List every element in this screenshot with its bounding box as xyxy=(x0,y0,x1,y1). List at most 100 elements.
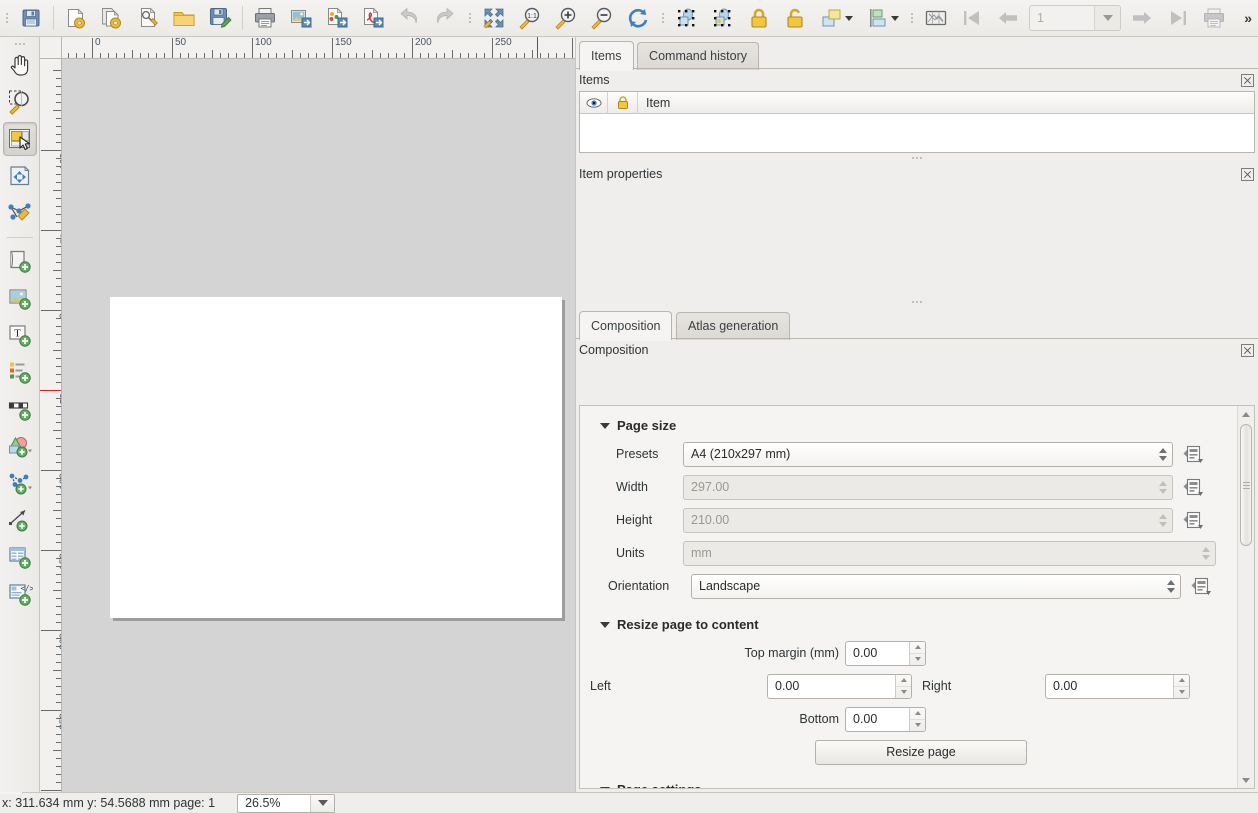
bottom-margin-spinbox[interactable]: 0.00 xyxy=(845,707,926,732)
vertical-ruler[interactable]: -100-50050100150200250300 xyxy=(40,59,62,792)
units-combo-arrows-icon[interactable] xyxy=(1202,542,1210,565)
visibility-column-header[interactable] xyxy=(580,92,608,114)
add-attribute-table-tool[interactable] xyxy=(3,540,37,574)
load-template-icon[interactable] xyxy=(166,2,202,34)
add-map-tool[interactable] xyxy=(3,244,37,278)
move-item-content-tool[interactable] xyxy=(3,159,37,193)
composition-page[interactable] xyxy=(110,297,562,618)
resize-page-section-header[interactable]: Resize page to content xyxy=(600,617,1237,632)
height-data-defined-override-icon[interactable] xyxy=(1181,508,1205,532)
left-margin-spin-buttons[interactable] xyxy=(895,675,911,698)
raise-items-icon[interactable] xyxy=(813,2,859,34)
scrollbar-thumb[interactable] xyxy=(1240,424,1252,546)
lock-column-header[interactable] xyxy=(608,92,638,114)
align-items-icon[interactable] xyxy=(859,2,905,34)
composition-dock-close-icon[interactable] xyxy=(1241,344,1254,357)
width-data-defined-override-icon[interactable] xyxy=(1181,475,1205,499)
top-margin-spin-buttons[interactable] xyxy=(909,642,925,665)
deselect-all-icon[interactable] xyxy=(705,2,741,34)
pan-tool[interactable] xyxy=(3,48,37,82)
new-composition-icon[interactable] xyxy=(58,2,94,34)
zoom-level-dropdown-icon[interactable] xyxy=(310,795,334,812)
add-arrow-tool[interactable] xyxy=(3,503,37,537)
toolbar-drag-handle[interactable] xyxy=(907,5,916,31)
page-size-section-header[interactable]: Page size xyxy=(600,418,1237,433)
select-move-item-tool[interactable] xyxy=(3,122,37,156)
add-shape-tool[interactable] xyxy=(3,429,37,463)
atlas-next-feature-icon[interactable] xyxy=(1124,2,1160,34)
item-properties-splitter[interactable] xyxy=(576,297,1258,307)
horizontal-ruler[interactable]: 050100150200250300 xyxy=(40,37,575,59)
chevron-down-icon[interactable] xyxy=(600,622,610,628)
tab-command-history[interactable]: Command history xyxy=(637,42,759,70)
save-project-icon[interactable] xyxy=(13,2,49,34)
left-margin-spinbox[interactable]: 0.00 xyxy=(767,674,912,699)
zoom-out-icon[interactable] xyxy=(584,2,620,34)
height-spin-arrows-icon[interactable] xyxy=(1159,509,1167,532)
zoom-tool[interactable] xyxy=(3,85,37,119)
width-spin-arrows-icon[interactable] xyxy=(1159,476,1167,499)
bottom-margin-spin-buttons[interactable] xyxy=(909,708,925,731)
atlas-print-icon[interactable] xyxy=(1196,2,1232,34)
items-table[interactable]: Item xyxy=(579,91,1255,153)
width-spinbox[interactable]: 297.00 xyxy=(683,475,1173,500)
add-scalebar-tool[interactable] xyxy=(3,392,37,426)
lock-items-icon[interactable] xyxy=(741,2,777,34)
right-margin-spinbox[interactable]: 0.00 xyxy=(1045,674,1190,699)
add-node-item-tool[interactable] xyxy=(3,466,37,500)
save-template-icon[interactable] xyxy=(202,2,238,34)
select-all-icon[interactable] xyxy=(669,2,705,34)
composition-view[interactable] xyxy=(62,59,575,792)
add-label-tool[interactable]: T xyxy=(3,318,37,352)
chevron-down-icon[interactable] xyxy=(600,423,610,429)
refresh-view-icon[interactable] xyxy=(620,2,656,34)
add-legend-tool[interactable] xyxy=(3,355,37,389)
add-html-frame-tool[interactable]: </> xyxy=(3,577,37,611)
orientation-data-defined-override-icon[interactable] xyxy=(1189,574,1213,598)
page-settings-section-header[interactable]: Page settings xyxy=(600,782,1237,789)
scroll-down-icon[interactable] xyxy=(1238,772,1254,788)
zoom-full-icon[interactable] xyxy=(476,2,512,34)
height-spinbox[interactable]: 210.00 xyxy=(683,508,1173,533)
chevron-down-icon[interactable] xyxy=(600,787,610,790)
presets-combo[interactable]: A4 (210x297 mm) xyxy=(683,442,1173,467)
presets-data-defined-override-icon[interactable] xyxy=(1181,442,1205,466)
zoom-actual-icon[interactable]: 1:1 xyxy=(512,2,548,34)
top-margin-spinbox[interactable]: 0.00 xyxy=(845,641,926,666)
zoom-level-combo[interactable]: 26.5% xyxy=(237,794,335,813)
orientation-combo-arrows-icon[interactable] xyxy=(1167,575,1175,598)
toolbox-drag-handle[interactable] xyxy=(9,39,31,48)
atlas-feature-dropdown-icon[interactable] xyxy=(1094,6,1120,30)
right-margin-spin-buttons[interactable] xyxy=(1173,675,1189,698)
item-properties-close-icon[interactable] xyxy=(1241,168,1254,181)
scroll-up-icon[interactable] xyxy=(1238,406,1254,422)
orientation-combo[interactable]: Landscape xyxy=(691,574,1181,599)
atlas-settings-icon[interactable] xyxy=(918,2,954,34)
export-svg-icon[interactable] xyxy=(319,2,355,34)
toolbar-drag-handle[interactable] xyxy=(658,5,667,31)
presets-combo-arrows-icon[interactable] xyxy=(1159,443,1167,466)
resize-page-button[interactable]: Resize page xyxy=(815,740,1027,765)
units-combo[interactable]: mm xyxy=(683,541,1216,566)
tab-composition[interactable]: Composition xyxy=(579,311,672,340)
atlas-first-feature-icon[interactable] xyxy=(954,2,990,34)
edit-nodes-tool[interactable] xyxy=(3,196,37,230)
atlas-feature-spinner[interactable]: 1 xyxy=(1029,5,1121,31)
redo-icon[interactable] xyxy=(427,2,463,34)
items-dock-close-icon[interactable] xyxy=(1241,74,1254,87)
undo-icon[interactable] xyxy=(391,2,427,34)
composition-vertical-scrollbar[interactable] xyxy=(1237,406,1254,788)
unlock-items-icon[interactable] xyxy=(777,2,813,34)
export-image-icon[interactable] xyxy=(283,2,319,34)
add-image-tool[interactable] xyxy=(3,281,37,315)
composer-manager-icon[interactable] xyxy=(130,2,166,34)
tab-items[interactable]: Items xyxy=(579,41,634,70)
toolbar-drag-handle[interactable] xyxy=(465,5,474,31)
atlas-last-feature-icon[interactable] xyxy=(1160,2,1196,34)
atlas-prev-feature-icon[interactable] xyxy=(990,2,1026,34)
items-splitter[interactable] xyxy=(576,153,1258,163)
tab-atlas-generation[interactable]: Atlas generation xyxy=(676,312,790,340)
zoom-in-icon[interactable] xyxy=(548,2,584,34)
item-column-header[interactable]: Item xyxy=(638,92,1254,114)
toolbar-overflow-icon[interactable]: » xyxy=(1244,10,1251,26)
